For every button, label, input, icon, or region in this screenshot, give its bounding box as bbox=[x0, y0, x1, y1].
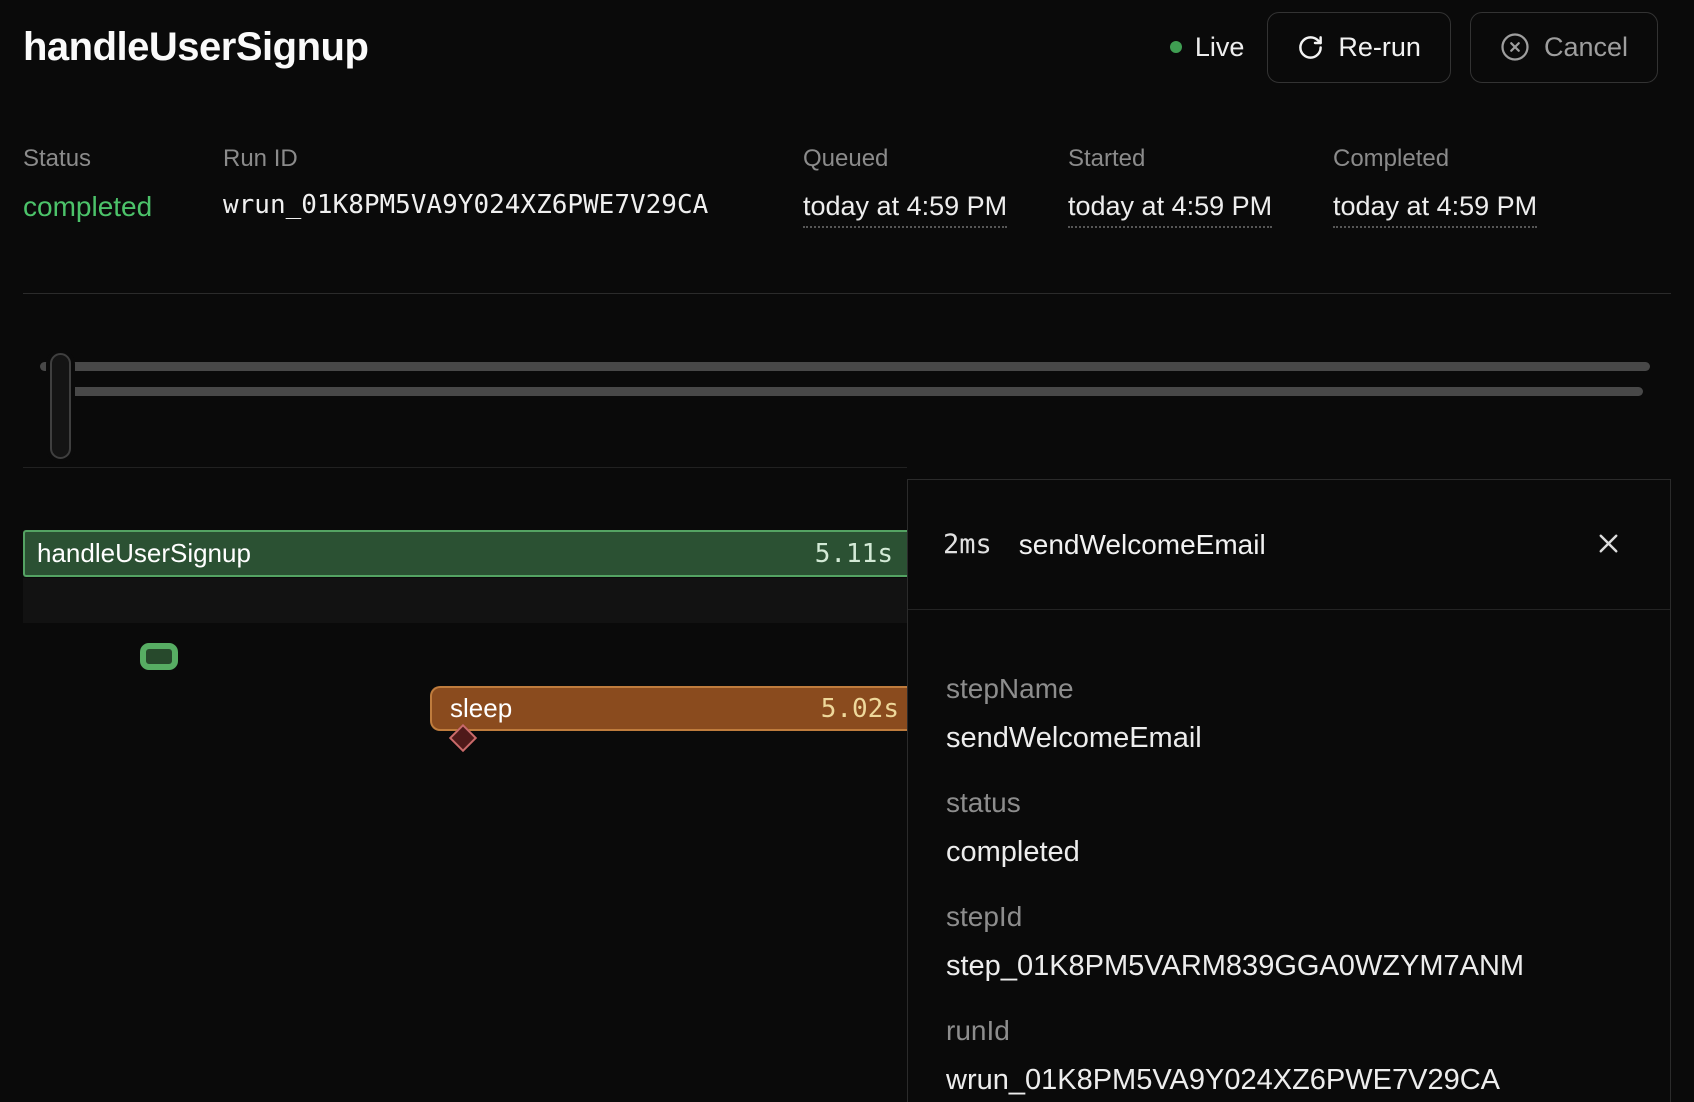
rerun-button-label: Re-run bbox=[1338, 32, 1421, 63]
field-stepName-value: sendWelcomeEmail bbox=[946, 720, 1632, 756]
workflow-run-page: handleUserSignup Live Re-run bbox=[0, 0, 1694, 1102]
span-duration: 5.02s bbox=[821, 694, 899, 724]
field-status-value: completed bbox=[946, 834, 1632, 870]
field-stepId-label: stepId bbox=[946, 900, 1632, 934]
meta-status: Status completed bbox=[23, 145, 152, 224]
minimap-brush-handle[interactable] bbox=[50, 353, 71, 459]
span-label: handleUserSignup bbox=[37, 538, 251, 569]
gantt-grid-line bbox=[23, 467, 907, 468]
field-status-label: status bbox=[946, 786, 1632, 820]
meta-queued-label: Queued bbox=[803, 145, 1007, 173]
status-badge: completed bbox=[23, 190, 152, 224]
live-dot-icon bbox=[1170, 41, 1182, 53]
field-runId-label: runId bbox=[946, 1014, 1632, 1048]
live-indicator: Live bbox=[1170, 32, 1245, 63]
meta-started-label: Started bbox=[1068, 145, 1272, 173]
header: handleUserSignup Live Re-run bbox=[23, 0, 1658, 94]
close-icon bbox=[1593, 528, 1624, 562]
header-actions: Live Re-run Cancel bbox=[1170, 12, 1658, 83]
minimap-span-sleep bbox=[62, 387, 1643, 396]
rerun-button[interactable]: Re-run bbox=[1267, 12, 1451, 83]
gantt-row-highlight bbox=[23, 578, 907, 623]
meta-completed-label: Completed bbox=[1333, 145, 1537, 173]
field-runId-value: wrun_01K8PM5VA9Y024XZ6PWE7V29CA bbox=[946, 1062, 1632, 1098]
span-bar-handleUserSignup[interactable]: handleUserSignup 5.11s bbox=[23, 530, 907, 577]
completed-time[interactable]: today at 4:59 PM bbox=[1333, 190, 1537, 228]
meta-status-label: Status bbox=[23, 145, 152, 173]
refresh-icon bbox=[1297, 34, 1324, 61]
circle-x-icon bbox=[1500, 32, 1530, 62]
span-bar-sleep[interactable]: sleep 5.02s bbox=[430, 686, 907, 731]
cancel-button[interactable]: Cancel bbox=[1470, 12, 1658, 83]
page-title: handleUserSignup bbox=[23, 25, 368, 70]
step-title: sendWelcomeEmail bbox=[1019, 529, 1266, 561]
minimap-span-workflow bbox=[40, 362, 1650, 371]
meta-queued: Queued today at 4:59 PM bbox=[803, 145, 1007, 228]
meta-started: Started today at 4:59 PM bbox=[1068, 145, 1272, 228]
field-stepId-value: step_01K8PM5VARM839GGA0WZYM7ANM bbox=[946, 948, 1632, 984]
step-duration: 2ms bbox=[943, 529, 992, 560]
field-stepName-label: stepName bbox=[946, 672, 1632, 706]
span-label: sleep bbox=[450, 693, 512, 724]
close-panel-button[interactable] bbox=[1586, 523, 1630, 567]
run-id-value: wrun_01K8PM5VA9Y024XZ6PWE7V29CA bbox=[223, 190, 708, 221]
step-detail-body: stepName sendWelcomeEmail status complet… bbox=[908, 610, 1670, 1098]
section-divider bbox=[23, 293, 1671, 294]
step-detail-panel: 2ms sendWelcomeEmail stepName sendWelcom… bbox=[907, 479, 1671, 1102]
meta-completed: Completed today at 4:59 PM bbox=[1333, 145, 1537, 228]
meta-run-id: Run ID wrun_01K8PM5VA9Y024XZ6PWE7V29CA bbox=[223, 145, 708, 221]
queued-time[interactable]: today at 4:59 PM bbox=[803, 190, 1007, 228]
started-time[interactable]: today at 4:59 PM bbox=[1068, 190, 1272, 228]
span-bar-sendWelcomeEmail[interactable] bbox=[140, 643, 178, 670]
cancel-button-label: Cancel bbox=[1544, 32, 1628, 63]
meta-run-id-label: Run ID bbox=[223, 145, 708, 173]
step-detail-header: 2ms sendWelcomeEmail bbox=[908, 480, 1670, 610]
span-duration: 5.11s bbox=[815, 539, 893, 569]
live-label: Live bbox=[1195, 32, 1245, 63]
